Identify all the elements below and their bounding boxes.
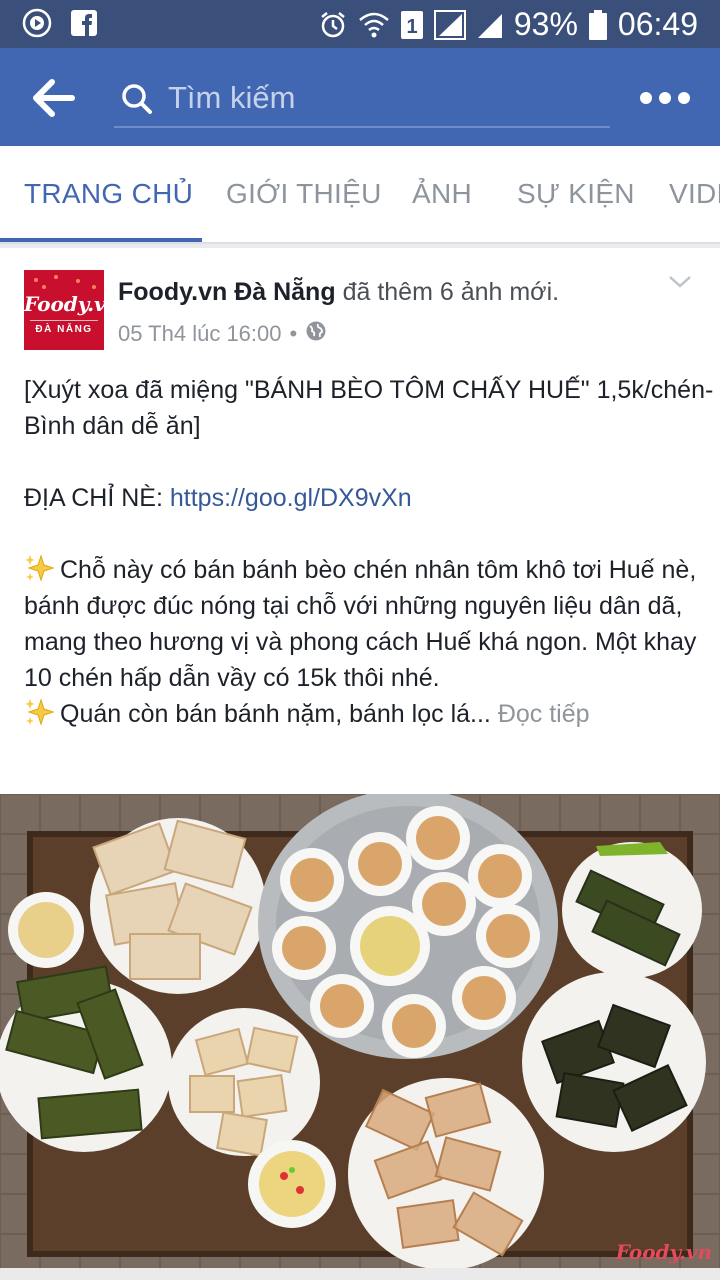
food-photo-illustration bbox=[0, 794, 720, 1268]
post-photo[interactable]: Foody.vn bbox=[0, 794, 720, 1268]
tab-photos[interactable]: ẢNH bbox=[412, 178, 472, 210]
search-icon bbox=[120, 82, 154, 121]
tab-events[interactable]: SỰ KIỆN bbox=[517, 178, 635, 210]
post-title: Foody.vn Đà Nẵng đã thêm 6 ảnh mới. bbox=[118, 278, 559, 307]
post-paragraph-1: Chỗ này có bán bánh bèo chén nhân tôm kh… bbox=[24, 552, 714, 696]
post-paragraph-1-text: Chỗ này có bán bánh bèo chén nhân tôm kh… bbox=[24, 556, 697, 692]
tab-videos[interactable]: VIDE bbox=[669, 178, 720, 210]
address-line: ĐỊA CHỈ NÈ: https://goo.gl/DX9vXn bbox=[24, 480, 714, 516]
avatar[interactable]: Foody.vn ĐÀ NẴNG bbox=[24, 270, 104, 350]
post-action: đã thêm 6 ảnh mới. bbox=[342, 278, 560, 306]
post-text: [Xuýt xoa đã miệng "BÁNH BÈO TÔM CHẤY HU… bbox=[24, 372, 714, 732]
tab-home[interactable]: TRANG CHỦ bbox=[24, 178, 193, 210]
media-play-icon bbox=[22, 8, 52, 38]
battery-icon bbox=[588, 9, 608, 41]
next-photo-strip bbox=[0, 1268, 720, 1280]
search-box[interactable] bbox=[114, 70, 610, 128]
sim-1-icon: 1 bbox=[400, 10, 424, 40]
photo-watermark: Foody.vn bbox=[615, 1240, 712, 1264]
address-link[interactable]: https://goo.gl/DX9vXn bbox=[170, 484, 412, 512]
back-arrow-icon[interactable] bbox=[30, 76, 78, 120]
divider bbox=[0, 244, 720, 248]
address-label: ĐỊA CHỈ NÈ: bbox=[24, 484, 163, 512]
tab-about[interactable]: GIỚI THIỆU bbox=[226, 178, 382, 210]
alarm-icon bbox=[318, 10, 348, 40]
page-name-link[interactable]: Foody.vn Đà Nẵng bbox=[118, 278, 336, 306]
see-more-link[interactable]: Đọc tiếp bbox=[498, 700, 590, 728]
post-paragraph-2-text: Quán còn bán bánh nặm, bánh lọc lá... bbox=[60, 700, 491, 728]
post-paragraph-2: Quán còn bán bánh nặm, bánh lọc lá... Đọ… bbox=[24, 696, 714, 732]
wifi-icon bbox=[358, 10, 390, 40]
svg-text:1: 1 bbox=[406, 16, 417, 38]
search-input[interactable] bbox=[168, 76, 598, 120]
clock: 06:49 bbox=[617, 6, 698, 42]
app-bar bbox=[0, 48, 720, 146]
sparkles-icon bbox=[24, 698, 55, 726]
page-tabs: TRANG CHỦ GIỚI THIỆU ẢNH SỰ KIỆN VIDE bbox=[0, 146, 720, 244]
facebook-icon bbox=[70, 9, 98, 37]
avatar-logo-sub: ĐÀ NẴNG bbox=[35, 324, 93, 335]
active-tab-indicator bbox=[0, 238, 202, 242]
post-header: Foody.vn ĐÀ NẴNG Foody.vn Đà Nẵng đã thê… bbox=[0, 256, 720, 366]
globe-icon bbox=[305, 320, 327, 348]
signal-icon bbox=[433, 9, 466, 40]
meta-separator: • bbox=[289, 321, 298, 346]
post-meta: 05 Th4 lúc 16:00 • bbox=[118, 320, 327, 348]
chevron-down-icon[interactable] bbox=[668, 274, 692, 295]
post-timestamp[interactable]: 05 Th4 lúc 16:00 bbox=[118, 321, 282, 347]
signal-icon-2 bbox=[476, 10, 504, 40]
sparkles-icon bbox=[24, 554, 55, 582]
post-headline: [Xuýt xoa đã miệng "BÁNH BÈO TÔM CHẤY HU… bbox=[24, 376, 714, 440]
more-icon[interactable] bbox=[640, 90, 690, 106]
battery-percent: 93% bbox=[513, 6, 578, 42]
status-bar: 1 93% 06:49 bbox=[0, 0, 720, 48]
avatar-logo-text: Foody.vn bbox=[24, 292, 104, 316]
